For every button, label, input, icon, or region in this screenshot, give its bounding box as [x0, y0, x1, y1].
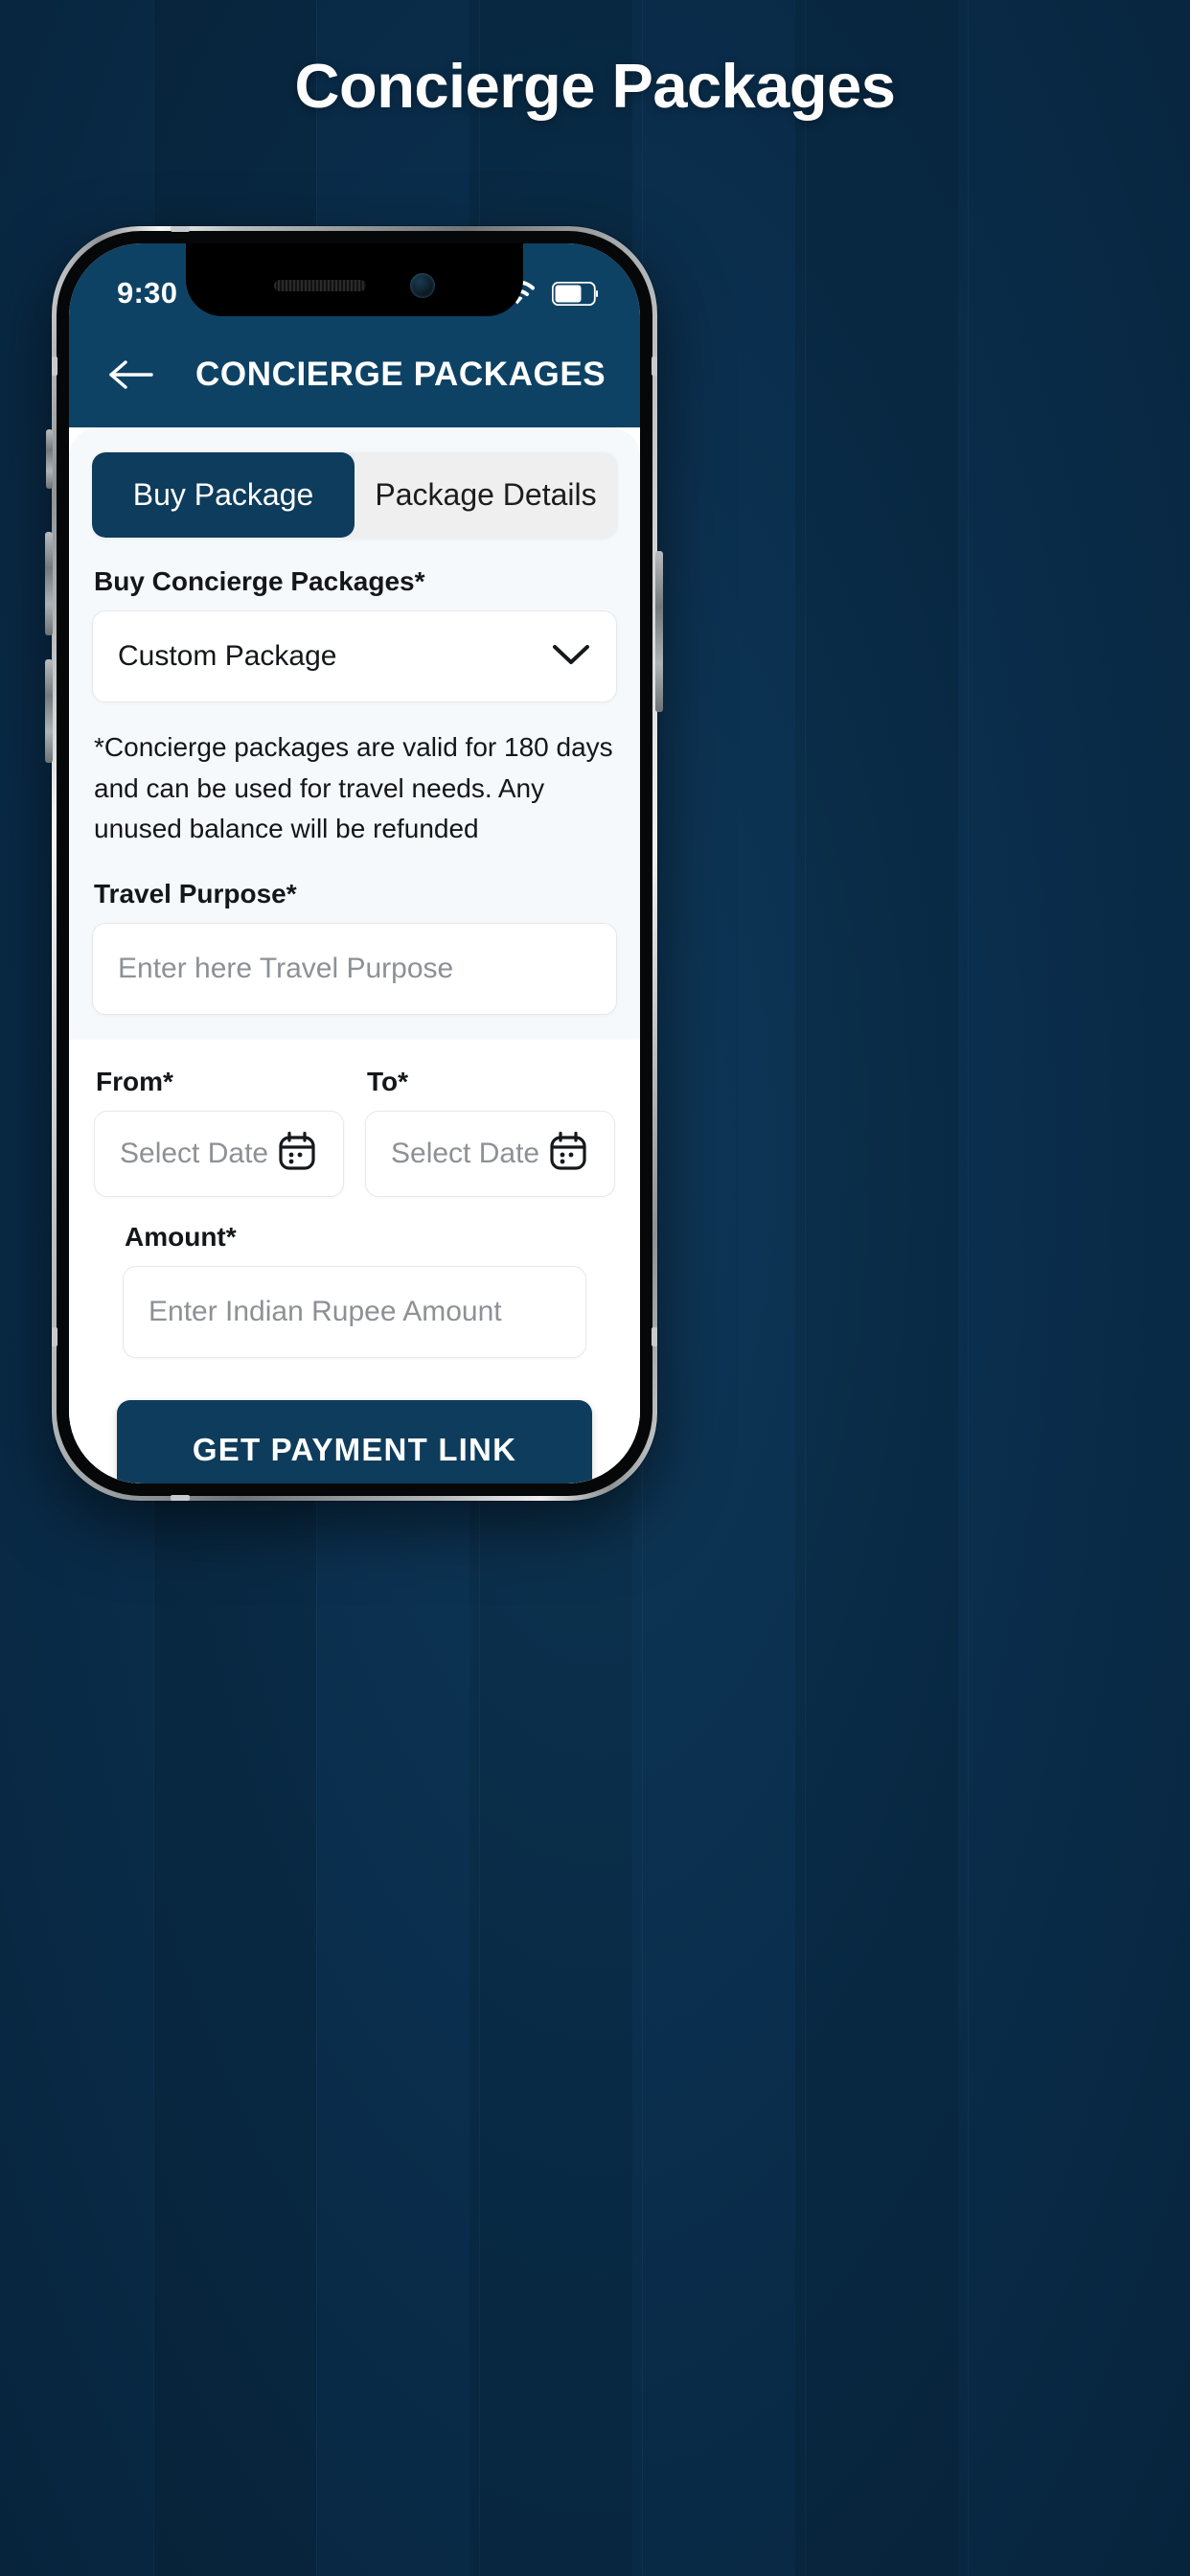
to-date-placeholder: Select Date — [391, 1137, 540, 1169]
phone-antenna-line — [52, 1327, 57, 1346]
sheet-upper-section: Buy Package Package Details Buy Concierg… — [69, 427, 640, 1040]
amount-group: Amount* Enter Indian Rupee Amount — [94, 1222, 615, 1358]
tab-buy-package[interactable]: Buy Package — [92, 452, 355, 538]
travel-purpose-label: Travel Purpose* — [94, 878, 297, 908]
phone-antenna-line — [52, 356, 57, 376]
package-select-dropdown[interactable]: Custom Package — [92, 610, 617, 702]
arrow-left-icon[interactable] — [105, 350, 155, 400]
phone-antenna-line — [171, 1495, 190, 1501]
amount-input[interactable]: Enter Indian Rupee Amount — [123, 1265, 586, 1358]
date-range-row: From* Select Date To* Select Date — [94, 1040, 615, 1197]
phone-power-button[interactable] — [655, 551, 663, 712]
battery-icon — [551, 281, 598, 310]
phone-silent-switch[interactable] — [46, 429, 53, 489]
from-date-group: From* Select Date — [94, 1040, 344, 1197]
tab-bar: Buy Package Package Details — [92, 452, 617, 538]
phone-volume-up-button[interactable] — [45, 532, 53, 635]
to-date-input[interactable]: Select Date — [365, 1110, 615, 1197]
status-time: 9:30 — [117, 276, 178, 310]
to-date-label: To* — [367, 1066, 409, 1096]
content-sheet: Buy Package Package Details Buy Concierg… — [69, 427, 640, 1484]
from-date-placeholder: Select Date — [120, 1137, 269, 1169]
calendar-icon[interactable] — [276, 1130, 318, 1177]
phone-antenna-line — [652, 356, 657, 376]
header-title: CONCIERGE PACKAGES — [195, 356, 606, 393]
phone-antenna-line — [652, 1327, 657, 1346]
travel-purpose-input[interactable]: Enter here Travel Purpose — [92, 922, 617, 1015]
from-date-label: From* — [96, 1066, 173, 1096]
to-date-group: To* Select Date — [365, 1040, 615, 1197]
phone-notch — [186, 243, 523, 316]
background-stripe-line — [805, 0, 806, 2576]
package-disclaimer-text: *Concierge packages are valid for 180 da… — [94, 732, 613, 844]
get-payment-link-button[interactable]: GET PAYMENT LINK — [117, 1399, 592, 1484]
notch-speaker-icon — [274, 280, 366, 291]
calendar-icon[interactable] — [547, 1130, 589, 1177]
page-title: Concierge Packages — [294, 51, 896, 121]
phone-antenna-line — [171, 226, 190, 232]
chevron-down-icon — [551, 642, 591, 672]
sheet-lower-section: From* Select Date To* Select Date Amount… — [69, 1039, 640, 1484]
tab-package-details[interactable]: Package Details — [355, 452, 617, 538]
phone-bezel: 9:30 CONCIERGE PACKAGES Buy Package Pack… — [57, 231, 652, 1496]
amount-label: Amount* — [125, 1221, 237, 1252]
package-select-value: Custom Package — [118, 640, 337, 672]
phone-volume-down-button[interactable] — [45, 659, 53, 763]
travel-purpose-placeholder: Enter here Travel Purpose — [118, 952, 454, 984]
package-select-label: Buy Concierge Packages* — [94, 566, 425, 596]
notch-camera-icon — [410, 273, 435, 298]
phone-screen: 9:30 CONCIERGE PACKAGES Buy Package Pack… — [69, 243, 640, 1484]
background-stripe-line — [968, 0, 969, 2576]
phone-mockup: 9:30 CONCIERGE PACKAGES Buy Package Pack… — [52, 226, 657, 1501]
from-date-input[interactable]: Select Date — [94, 1110, 344, 1197]
amount-placeholder: Enter Indian Rupee Amount — [149, 1295, 502, 1327]
app-header: CONCIERGE PACKAGES — [69, 322, 640, 427]
